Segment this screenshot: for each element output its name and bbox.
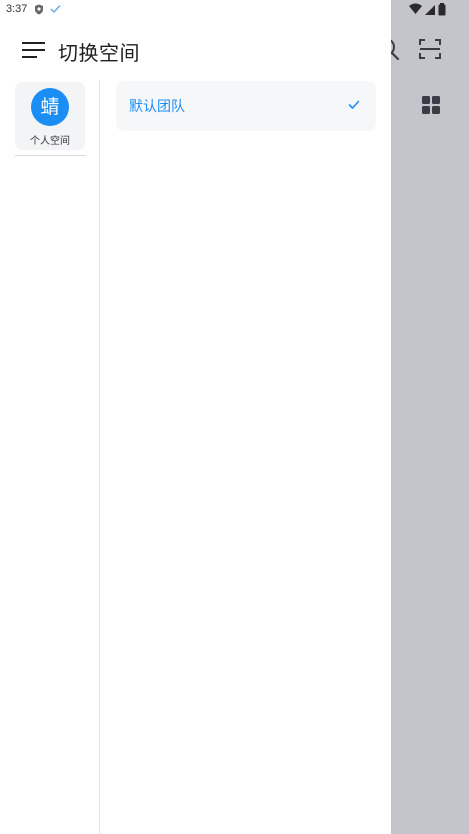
status-check-icon (50, 5, 61, 14)
screen: 切换空间 蜻 个人空间 默认团队 3:37 (0, 0, 469, 834)
status-bar: 3:37 (0, 0, 469, 20)
space-item-label: 个人空间 (30, 136, 70, 147)
status-icons (409, 3, 446, 16)
menu-icon[interactable] (22, 41, 46, 59)
signal-icon (425, 5, 435, 15)
page-title: 切换空间 (58, 41, 140, 65)
battery-icon (438, 3, 446, 16)
space-list: 蜻 个人空间 (0, 80, 100, 834)
drawer-header: 切换空间 (0, 28, 391, 72)
status-time: 3:37 (6, 3, 28, 15)
space-item-personal[interactable]: 蜻 个人空间 (15, 82, 85, 150)
team-item-default[interactable]: 默认团队 (116, 81, 376, 131)
check-icon (348, 100, 360, 109)
scan-icon (419, 39, 441, 59)
wifi-icon (409, 3, 422, 14)
team-item-label: 默认团队 (129, 99, 185, 115)
avatar: 蜻 (31, 88, 69, 126)
divider (15, 155, 86, 156)
grid-icon (422, 96, 440, 114)
shield-icon (35, 4, 43, 15)
switch-space-drawer: 切换空间 蜻 个人空间 默认团队 (0, 0, 391, 834)
